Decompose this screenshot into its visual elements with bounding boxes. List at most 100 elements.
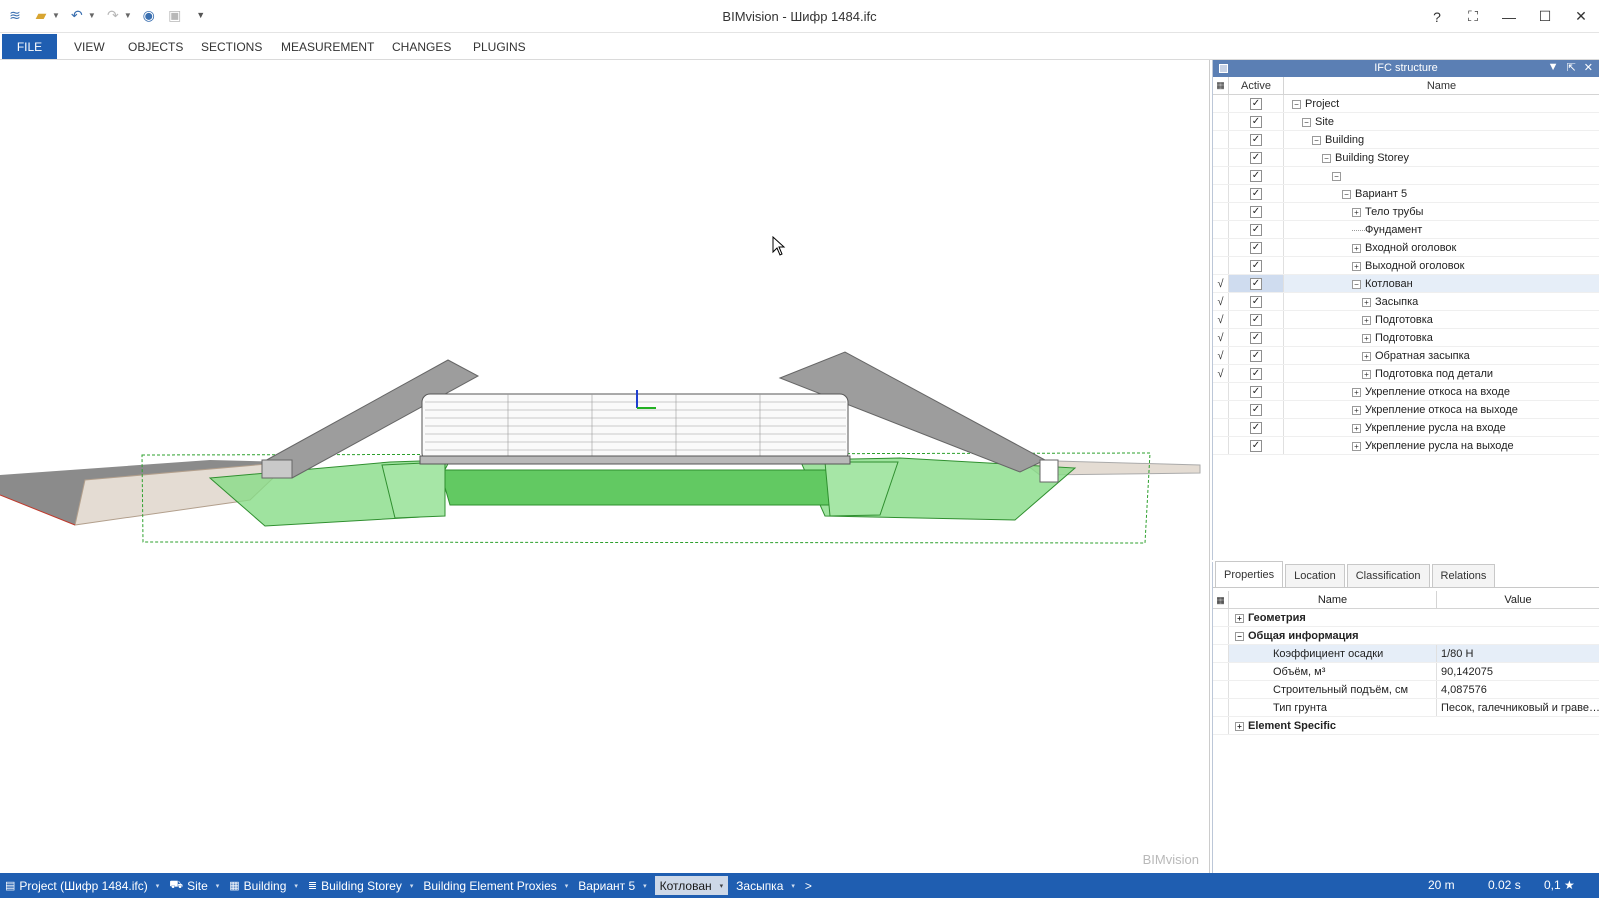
collapse-icon[interactable]: − bbox=[1352, 279, 1361, 289]
ifc-tree-row[interactable]: ✓ + Укрепление русла на входе bbox=[1213, 419, 1599, 437]
checkmark-icon[interactable]: ✓ bbox=[1250, 277, 1262, 290]
expand-icon[interactable]: + bbox=[1352, 243, 1361, 253]
expand-icon[interactable]: + bbox=[1362, 369, 1371, 379]
active-checkbox[interactable]: ✓ bbox=[1229, 329, 1284, 346]
collapse-icon[interactable]: − bbox=[1312, 135, 1321, 145]
breadcrumb-item[interactable]: Котлован ▾ bbox=[654, 876, 729, 895]
collapse-icon[interactable]: − bbox=[1322, 153, 1331, 163]
panel-close-icon[interactable]: ✕ bbox=[1584, 61, 1593, 74]
collapse-icon[interactable]: − bbox=[1302, 117, 1311, 127]
property-value[interactable]: 1/80 H bbox=[1437, 645, 1599, 662]
breadcrumb-item[interactable]: ≣ Building Storey ▾ bbox=[303, 873, 418, 898]
expand-icon[interactable]: + bbox=[1352, 207, 1361, 217]
active-checkbox[interactable]: ✓ bbox=[1229, 239, 1284, 256]
active-checkbox[interactable]: ✓ bbox=[1229, 347, 1284, 364]
ifc-tree-row[interactable]: √ ✓ − Котлован bbox=[1213, 275, 1599, 293]
ifc-tree-row[interactable]: √ ✓ + Подготовка bbox=[1213, 311, 1599, 329]
panel-menu-icon[interactable]: ▼ bbox=[1548, 61, 1559, 74]
property-value[interactable]: Песок, галечниковый и граве… bbox=[1437, 699, 1599, 716]
active-checkbox[interactable]: ✓ bbox=[1229, 185, 1284, 202]
breadcrumb-item[interactable]: ▤ Project (Шифр 1484.ifc) ▾ bbox=[0, 873, 164, 898]
ifc-tree-row[interactable]: ✓ − Site bbox=[1213, 113, 1599, 131]
property-value[interactable]: 4,087576 bbox=[1437, 681, 1599, 698]
property-group[interactable]: + Геометрия bbox=[1213, 609, 1599, 627]
tab-plugins[interactable]: PLUGINS bbox=[473, 40, 526, 54]
checkmark-icon[interactable]: ✓ bbox=[1250, 313, 1262, 326]
checkmark-icon[interactable]: ✓ bbox=[1250, 349, 1262, 362]
expand-icon[interactable]: + bbox=[1362, 351, 1371, 361]
breadcrumb-item[interactable]: ⛟ Site ▾ bbox=[164, 873, 224, 898]
ifc-tree-row[interactable]: ✓ + Входной оголовок bbox=[1213, 239, 1599, 257]
tab-measurement[interactable]: MEASUREMENT bbox=[281, 40, 374, 54]
active-checkbox[interactable]: ✓ bbox=[1229, 257, 1284, 274]
breadcrumb-item[interactable]: > bbox=[800, 873, 817, 898]
breadcrumb-item[interactable]: Вариант 5 ▾ bbox=[573, 873, 651, 898]
active-checkbox[interactable]: ✓ bbox=[1229, 221, 1284, 238]
active-checkbox[interactable]: ✓ bbox=[1229, 383, 1284, 400]
precision-setting[interactable]: 0,1 ★ bbox=[1544, 873, 1575, 898]
chevron-down-icon[interactable]: ▾ bbox=[565, 882, 569, 890]
property-row[interactable]: Строительный подъём, см 4,087576 bbox=[1213, 681, 1599, 699]
expand-icon[interactable]: + bbox=[1352, 387, 1361, 397]
checkmark-icon[interactable]: ✓ bbox=[1250, 385, 1262, 398]
ifc-tree-row[interactable]: ✓ + Укрепление откоса на входе bbox=[1213, 383, 1599, 401]
ifc-tree-row[interactable]: ✓ + Выходной оголовок bbox=[1213, 257, 1599, 275]
close-button[interactable]: ✕ bbox=[1563, 0, 1599, 33]
3d-viewport[interactable]: BIMvision bbox=[0, 60, 1210, 873]
checkmark-icon[interactable]: ✓ bbox=[1250, 421, 1262, 434]
tab-changes[interactable]: CHANGES bbox=[392, 40, 451, 54]
chevron-down-icon[interactable]: ▾ bbox=[791, 882, 795, 890]
column-prop-value[interactable]: Value bbox=[1437, 591, 1599, 608]
maximize-button[interactable]: ☐ bbox=[1527, 0, 1563, 33]
tab-location[interactable]: Location bbox=[1285, 564, 1345, 587]
checkmark-icon[interactable]: ✓ bbox=[1250, 151, 1262, 164]
column-prop-name[interactable]: Name bbox=[1229, 591, 1437, 608]
ifc-tree-row[interactable]: ✓ − Building bbox=[1213, 131, 1599, 149]
active-checkbox[interactable]: ✓ bbox=[1229, 275, 1284, 292]
active-checkbox[interactable]: ✓ bbox=[1229, 293, 1284, 310]
checkmark-icon[interactable]: ✓ bbox=[1250, 295, 1262, 308]
ifc-tree-row[interactable]: ✓ Фундамент bbox=[1213, 221, 1599, 239]
column-chooser-icon[interactable]: ▦ bbox=[1213, 77, 1229, 94]
column-active[interactable]: Active bbox=[1229, 77, 1284, 94]
breadcrumb-item[interactable]: ▦ Building ▾ bbox=[224, 873, 303, 898]
expand-icon[interactable]: + bbox=[1235, 721, 1244, 731]
active-checkbox[interactable]: ✓ bbox=[1229, 131, 1284, 148]
tab-sections[interactable]: SECTIONS bbox=[201, 40, 262, 54]
chevron-down-icon[interactable]: ▾ bbox=[216, 882, 220, 890]
active-checkbox[interactable]: ✓ bbox=[1229, 311, 1284, 328]
ifc-tree-row[interactable]: ✓ + Тело трубы bbox=[1213, 203, 1599, 221]
collapse-icon[interactable]: − bbox=[1292, 99, 1301, 109]
active-checkbox[interactable]: ✓ bbox=[1229, 149, 1284, 166]
tab-relations[interactable]: Relations bbox=[1431, 564, 1496, 587]
checkmark-icon[interactable]: ✓ bbox=[1250, 367, 1262, 380]
ifc-tree-row[interactable]: ✓ − Project bbox=[1213, 95, 1599, 113]
checkmark-icon[interactable]: ✓ bbox=[1250, 133, 1262, 146]
ifc-tree-row[interactable]: √ ✓ + Обратная засыпка bbox=[1213, 347, 1599, 365]
checkmark-icon[interactable]: ✓ bbox=[1250, 223, 1262, 236]
checkmark-icon[interactable]: ✓ bbox=[1250, 331, 1262, 344]
fullscreen-button[interactable]: ⛶ bbox=[1455, 0, 1491, 33]
ifc-tree-row[interactable]: ✓ − Building Storey bbox=[1213, 149, 1599, 167]
tab-view[interactable]: VIEW bbox=[74, 40, 105, 54]
chevron-down-icon[interactable]: ▾ bbox=[156, 882, 160, 890]
help-button[interactable]: ? bbox=[1419, 0, 1455, 33]
checkmark-icon[interactable]: ✓ bbox=[1250, 439, 1262, 452]
breadcrumb-item[interactable]: Building Element Proxies ▾ bbox=[418, 873, 573, 898]
ifc-tree-row[interactable]: √ ✓ + Подготовка bbox=[1213, 329, 1599, 347]
ifc-tree-row[interactable]: ✓ − bbox=[1213, 167, 1599, 185]
minimize-button[interactable]: — bbox=[1491, 0, 1527, 33]
active-checkbox[interactable]: ✓ bbox=[1229, 419, 1284, 436]
collapse-icon[interactable]: − bbox=[1342, 189, 1351, 199]
checkmark-icon[interactable]: ✓ bbox=[1250, 403, 1262, 416]
file-tab[interactable]: FILE bbox=[2, 34, 57, 59]
chevron-down-icon[interactable]: ▾ bbox=[410, 882, 414, 890]
ifc-tree-row[interactable]: ✓ + Укрепление откоса на выходе bbox=[1213, 401, 1599, 419]
checkmark-icon[interactable]: ✓ bbox=[1250, 97, 1262, 110]
collapse-icon[interactable]: − bbox=[1332, 171, 1341, 181]
active-checkbox[interactable]: ✓ bbox=[1229, 167, 1284, 184]
expand-icon[interactable]: + bbox=[1362, 315, 1371, 325]
ifc-tree-row[interactable]: ✓ − Вариант 5 bbox=[1213, 185, 1599, 203]
active-checkbox[interactable]: ✓ bbox=[1229, 437, 1284, 454]
checkmark-icon[interactable]: ✓ bbox=[1250, 115, 1262, 128]
